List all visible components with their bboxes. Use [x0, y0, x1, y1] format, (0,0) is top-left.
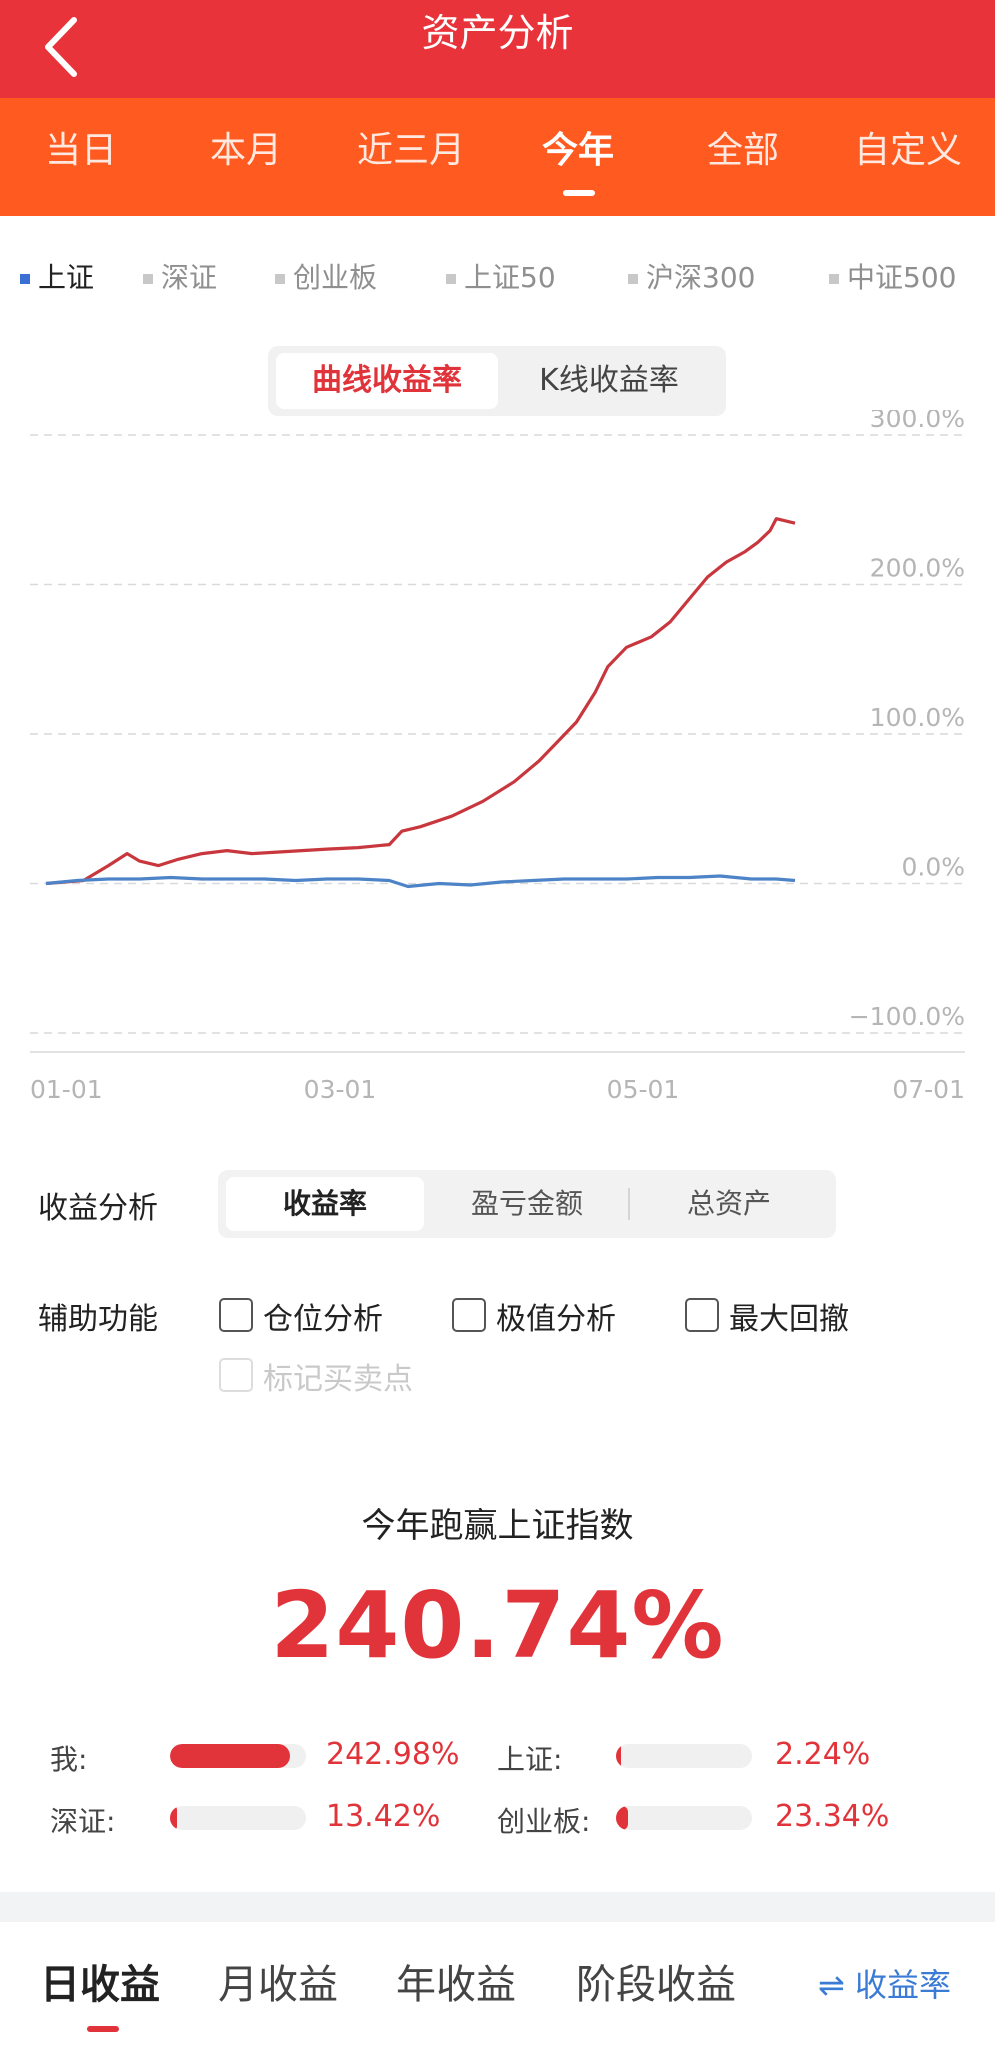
- index-shanghai[interactable]: 上证: [20, 258, 94, 298]
- compare-bar-fill: [616, 1806, 629, 1830]
- tab-this-year[interactable]: 今年: [508, 98, 648, 216]
- extreme-analysis-checkbox[interactable]: [452, 1298, 486, 1332]
- index-sse50[interactable]: 上证50: [446, 258, 556, 298]
- compare-bar-fill: [616, 1744, 622, 1768]
- y-tick-label: −100.0%: [849, 1002, 965, 1031]
- compare-bar-me: [170, 1744, 306, 1768]
- page-title: 资产分析: [421, 11, 574, 55]
- analysis-label: 收益分析: [38, 1191, 158, 1226]
- compare-bar-shanghai: [616, 1744, 752, 1768]
- extreme-analysis-label: 极值分析: [496, 1302, 616, 1337]
- assist-label: 辅助功能: [38, 1302, 158, 1337]
- position-analysis-label: 仓位分析: [263, 1302, 383, 1337]
- mark-trade-points-label: 标记买卖点: [263, 1362, 413, 1397]
- legend-marker-icon: [829, 274, 839, 284]
- tab-daily-returns[interactable]: 日收益: [40, 1952, 160, 2010]
- compare-label-shanghai: 上证:: [497, 1743, 563, 1776]
- x-tick-label: 07-01: [892, 1075, 965, 1104]
- compare-label-chinext: 创业板:: [497, 1805, 591, 1838]
- segment-profit-amount[interactable]: 盈亏金额: [428, 1177, 626, 1231]
- legend-marker-icon: [143, 274, 153, 284]
- compare-value-shanghai: 2.24%: [775, 1737, 871, 1772]
- tab-yearly-returns[interactable]: 年收益: [396, 1952, 516, 2010]
- y-tick-label: 200.0%: [870, 554, 965, 583]
- tab-monthly-returns[interactable]: 月收益: [218, 1952, 338, 2010]
- rate-switch-link[interactable]: ⇌ 收益率: [818, 1960, 951, 2006]
- tab-today[interactable]: 当日: [11, 98, 151, 216]
- position-analysis-checkbox[interactable]: [219, 1298, 253, 1332]
- compare-value-me: 242.98%: [326, 1737, 460, 1772]
- tab-stage-returns[interactable]: 阶段收益: [576, 1952, 736, 2010]
- series-line-index: [45, 874, 796, 889]
- compare-bar-shenzhen: [170, 1806, 306, 1830]
- x-tick-label: 03-01: [304, 1075, 377, 1104]
- summary-title: 今年跑赢上证指数: [361, 1506, 634, 1546]
- legend-marker-icon: [275, 274, 285, 284]
- series-line-portfolio: [45, 517, 796, 886]
- index-chinext[interactable]: 创业板: [275, 258, 377, 298]
- tab-three-months[interactable]: 近三月: [341, 98, 481, 216]
- compare-value-chinext: 23.34%: [775, 1799, 890, 1834]
- segment-total-assets[interactable]: 总资产: [630, 1177, 828, 1231]
- index-csi500[interactable]: 中证500: [829, 258, 956, 298]
- kline-return-button[interactable]: K线收益率: [500, 353, 718, 409]
- legend-marker-icon: [628, 274, 638, 284]
- period-tabs: 当日 本月 近三月 今年 全部 自定义: [0, 98, 995, 216]
- mark-trade-points-checkbox: [219, 1358, 253, 1392]
- y-tick-label: 0.0%: [901, 853, 965, 882]
- compare-bar-fill: [170, 1806, 177, 1830]
- compare-label-shenzhen: 深证:: [50, 1805, 116, 1838]
- y-tick-label: 100.0%: [870, 703, 965, 732]
- bottom-tab-indicator: [87, 2026, 119, 2032]
- summary-value: 240.74%: [270, 1572, 725, 1679]
- curve-return-button[interactable]: 曲线收益率: [276, 353, 498, 409]
- max-drawdown-checkbox[interactable]: [685, 1298, 719, 1332]
- segment-return-rate[interactable]: 收益率: [226, 1177, 424, 1231]
- return-chart: 300.0% 200.0% 100.0% 0.0% −100.0% 01-01 03-01 0…: [30, 410, 965, 1104]
- compare-label-me: 我:: [50, 1743, 88, 1776]
- tab-custom[interactable]: 自定义: [838, 98, 978, 216]
- y-tick-label: 300.0%: [870, 410, 965, 433]
- section-divider: [0, 1892, 995, 1922]
- index-csi300[interactable]: 沪深300: [628, 258, 755, 298]
- x-tick-label: 01-01: [30, 1075, 103, 1104]
- x-tick-label: 05-01: [607, 1075, 680, 1104]
- compare-value-shenzhen: 13.42%: [326, 1799, 441, 1834]
- legend-marker-icon: [446, 274, 456, 284]
- max-drawdown-label: 最大回撤: [729, 1302, 849, 1337]
- index-shenzhen[interactable]: 深证: [143, 258, 217, 298]
- tab-all[interactable]: 全部: [673, 98, 813, 216]
- compare-bar-fill: [170, 1744, 290, 1768]
- tab-this-month[interactable]: 本月: [176, 98, 316, 216]
- legend-marker-icon: [20, 274, 30, 284]
- active-tab-indicator: [563, 190, 595, 196]
- compare-bar-chinext: [616, 1806, 752, 1830]
